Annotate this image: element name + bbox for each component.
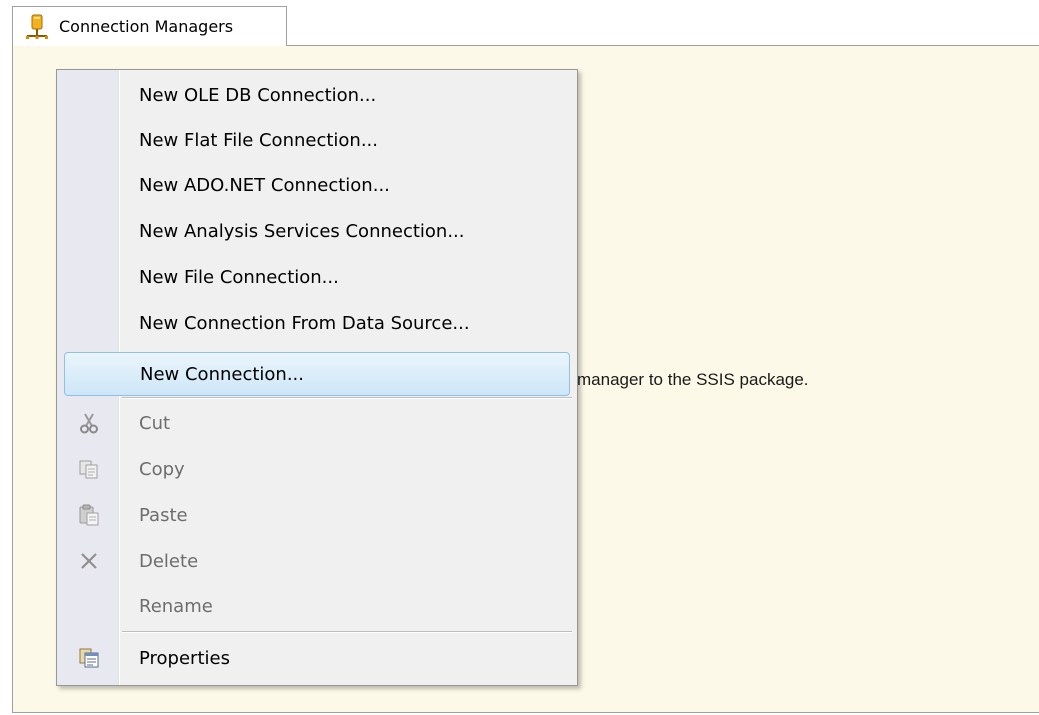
copy-icon (76, 456, 102, 482)
menu-item-delete[interactable]: Delete (60, 539, 574, 583)
tab-label: Connection Managers (59, 17, 234, 36)
menu-item-paste[interactable]: Paste (60, 493, 574, 537)
connection-manager-icon (25, 14, 49, 40)
menu-item-label: Paste (139, 504, 188, 526)
menu-item-copy[interactable]: Copy (60, 447, 574, 491)
menu-item-label: Delete (139, 550, 199, 572)
menu-item-new-ole-db-connection[interactable]: New OLE DB Connection... (60, 73, 574, 117)
tab-connection-managers[interactable]: Connection Managers (12, 6, 287, 46)
pane-hint-text: manager to the SSIS package. (577, 370, 809, 389)
menu-item-new-ado-net-connection[interactable]: New ADO.NET Connection... (60, 163, 574, 207)
delete-icon (76, 548, 102, 574)
menu-item-new-flat-file-connection[interactable]: New Flat File Connection... (60, 118, 574, 162)
menu-item-label: Cut (139, 412, 171, 434)
menu-item-label: New OLE DB Connection... (139, 84, 377, 106)
paste-icon (76, 502, 102, 528)
cut-icon (76, 410, 102, 436)
menu-item-cut[interactable]: Cut (60, 401, 574, 445)
menu-item-label: New Flat File Connection... (139, 129, 379, 151)
menu-item-label: New Connection From Data Source... (139, 312, 470, 334)
designer-window: Connection Managers manager to the SSIS … (0, 0, 1039, 715)
properties-icon (76, 645, 102, 671)
menu-item-label: New ADO.NET Connection... (139, 174, 390, 196)
menu-item-new-file-connection[interactable]: New File Connection... (60, 255, 574, 299)
menu-item-rename[interactable]: Rename (60, 584, 574, 628)
menu-item-label: New Connection... (140, 363, 304, 385)
menu-item-label: Properties (139, 647, 230, 669)
context-menu: New OLE DB Connection... New Flat File C… (56, 69, 578, 686)
menu-item-new-connection[interactable]: New Connection... (64, 352, 570, 396)
menu-item-new-analysis-services-connection[interactable]: New Analysis Services Connection... (60, 209, 574, 253)
menu-separator (122, 631, 572, 633)
menu-item-label: New Analysis Services Connection... (139, 220, 465, 242)
menu-item-label: Copy (139, 458, 185, 480)
menu-item-label: Rename (139, 595, 213, 617)
menu-item-properties[interactable]: Properties (60, 636, 574, 680)
menu-separator (122, 397, 572, 399)
menu-item-label: New File Connection... (139, 266, 339, 288)
menu-item-new-connection-from-data-source[interactable]: New Connection From Data Source... (60, 301, 574, 345)
